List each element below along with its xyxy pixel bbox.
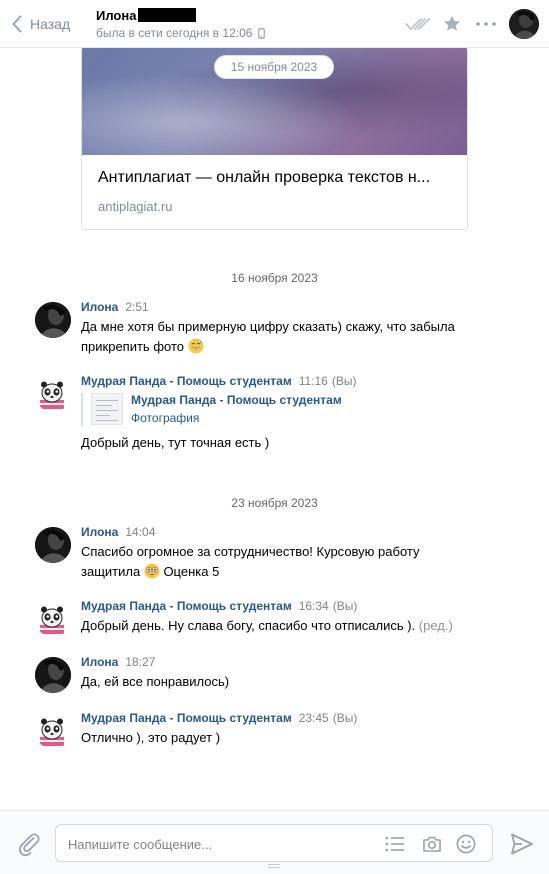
- message-item: Илона 2:51 Да мне хотя бы примерную цифр…: [35, 300, 515, 357]
- message-history[interactable]: 15 ноября 2023 Антиплагиат — онлайн пров…: [0, 48, 549, 810]
- message-line: прикрепить фото: [81, 339, 184, 354]
- favorite-button[interactable]: [435, 7, 469, 41]
- attach-button[interactable]: [16, 831, 42, 857]
- message-text: Да, ей все понравилось): [81, 674, 230, 689]
- edited-marker[interactable]: (ред.): [419, 618, 453, 633]
- mark-read-button[interactable]: [401, 7, 435, 41]
- message-time[interactable]: 23:45: [299, 711, 329, 725]
- resize-grip-icon[interactable]: [268, 864, 280, 870]
- message-line: защитила: [81, 564, 141, 579]
- message-author[interactable]: Мудрая Панда - Помощь студентам: [81, 711, 292, 725]
- peer-name: Илона: [96, 7, 137, 23]
- message-input[interactable]: [68, 834, 368, 854]
- own-message-marker: (Вы): [332, 711, 358, 725]
- message-text: Да мне хотя бы примерную цифру сказать) …: [81, 317, 515, 357]
- avatar[interactable]: [35, 376, 71, 412]
- message-time[interactable]: 18:27: [125, 655, 155, 669]
- message-item: Мудрая Панда - Помощь студентам 23:45 (В…: [35, 711, 515, 749]
- own-message-marker: (Вы): [331, 374, 357, 388]
- double-check-icon: [405, 17, 430, 30]
- message-text: Добрый день, тут точная есть ): [81, 435, 270, 450]
- own-message-marker: (Вы): [332, 599, 358, 613]
- message-item: Илона 14:04 Спасибо огромное за сотрудни…: [35, 525, 515, 582]
- forwarded-message[interactable]: Мудрая Панда - Помощь студентам Фотограф…: [81, 393, 515, 427]
- send-icon: [511, 833, 533, 855]
- message-text: Спасибо огромное за сотрудничество! Курс…: [81, 542, 515, 582]
- message-author[interactable]: Мудрая Панда - Помощь студентам: [81, 374, 292, 388]
- message-line: Добрый день. Ну слава богу, спасибо что …: [81, 618, 416, 633]
- message-time[interactable]: 2:51: [125, 300, 148, 314]
- templates-button[interactable]: [383, 832, 407, 856]
- more-button[interactable]: [469, 7, 503, 41]
- smile-icon: [456, 834, 476, 854]
- back-button[interactable]: Назад: [0, 0, 90, 48]
- message-line: Оценка 5: [163, 564, 220, 579]
- avatar[interactable]: [35, 657, 71, 693]
- avatar[interactable]: [35, 601, 71, 637]
- camera-button[interactable]: [420, 832, 444, 856]
- link-attachment-card[interactable]: 15 ноября 2023 Антиплагиат — онлайн пров…: [81, 48, 468, 230]
- peer-status: была в сети сегодня в 12:06: [96, 26, 253, 40]
- message-time[interactable]: 14:04: [125, 525, 155, 539]
- sweat-smile-emoji-icon: [188, 338, 204, 354]
- phone-icon: [258, 27, 266, 39]
- camera-icon: [423, 836, 441, 852]
- message-author[interactable]: Илона: [81, 655, 118, 669]
- back-label: Назад: [30, 15, 71, 32]
- link-title[interactable]: Антиплагиат — онлайн проверка текстов н.…: [82, 155, 467, 187]
- peer-info[interactable]: Илона была в сети сегодня в 12:06: [96, 7, 401, 40]
- avatar[interactable]: [35, 713, 71, 749]
- message-author[interactable]: Илона: [81, 300, 118, 314]
- message-time[interactable]: 11:16: [299, 374, 328, 388]
- redacted-surname-block: [138, 8, 197, 22]
- message-author[interactable]: Илона: [81, 525, 118, 539]
- floating-date-pill: 15 ноября 2023: [214, 55, 334, 79]
- message-item: Илона 18:27 Да, ей все понравилось): [35, 655, 515, 693]
- message-input-box[interactable]: [55, 824, 493, 862]
- star-icon: [444, 15, 460, 31]
- chat-header: Назад Илона была в сети сегодня в 12:06: [0, 0, 549, 48]
- message-text: Добрый день. Ну слава богу, спасибо что …: [81, 616, 515, 636]
- more-icon: [476, 21, 496, 26]
- day-separator: 23 ноября 2023: [231, 496, 318, 510]
- chevron-left-icon: [12, 15, 22, 32]
- link-domain: antiplagiat.ru: [98, 199, 173, 214]
- emoji-button[interactable]: [454, 832, 478, 856]
- send-button[interactable]: [509, 831, 535, 857]
- message-line: Да мне хотя бы примерную цифру сказать) …: [81, 319, 455, 334]
- avatar[interactable]: [35, 302, 71, 338]
- forwarded-attachment-label[interactable]: Фотография: [131, 411, 342, 425]
- link-preview-image: 15 ноября 2023: [82, 48, 467, 155]
- flushed-emoji-icon: [144, 563, 160, 579]
- template-list-icon: [385, 836, 404, 852]
- message-text: Отлично ), это радует ): [81, 730, 221, 745]
- message-line: Спасибо огромное за сотрудничество! Курс…: [81, 544, 420, 559]
- avatar[interactable]: [35, 527, 71, 563]
- photo-thumbnail[interactable]: [91, 393, 123, 425]
- paperclip-icon: [18, 833, 40, 857]
- message-item: Мудрая Панда - Помощь студентам 11:16 (В…: [35, 374, 515, 453]
- day-separator: 16 ноября 2023: [231, 271, 318, 285]
- forwarded-author[interactable]: Мудрая Панда - Помощь студентам: [131, 393, 342, 407]
- message-time[interactable]: 16:34: [299, 599, 329, 613]
- message-item: Мудрая Панда - Помощь студентам 16:34 (В…: [35, 599, 515, 637]
- message-author[interactable]: Мудрая Панда - Помощь студентам: [81, 599, 292, 613]
- peer-avatar[interactable]: [509, 8, 539, 39]
